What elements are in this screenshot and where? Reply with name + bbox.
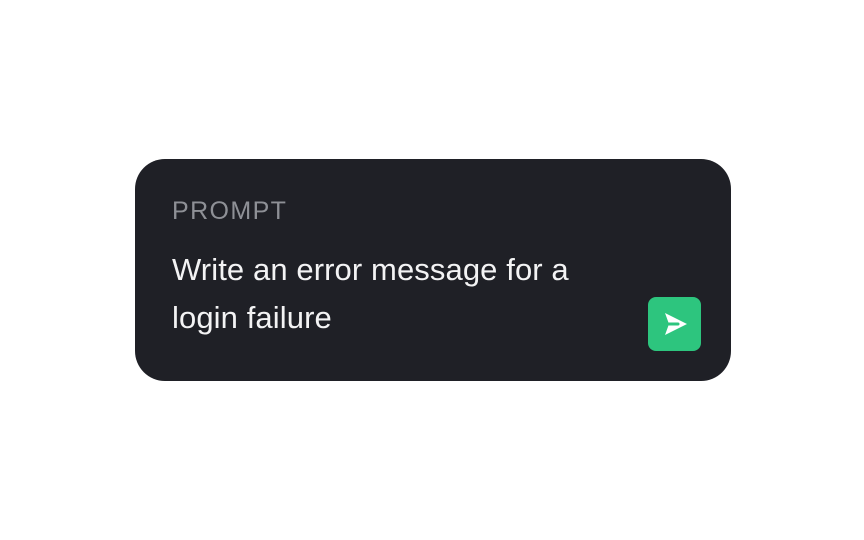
send-arrow-icon bbox=[665, 313, 687, 335]
page: PROMPT Write an error message for a logi… bbox=[0, 0, 864, 540]
prompt-text[interactable]: Write an error message for a login failu… bbox=[172, 246, 632, 342]
send-button[interactable] bbox=[648, 297, 701, 351]
prompt-label: PROMPT bbox=[172, 197, 288, 225]
prompt-card: PROMPT Write an error message for a logi… bbox=[135, 159, 731, 381]
